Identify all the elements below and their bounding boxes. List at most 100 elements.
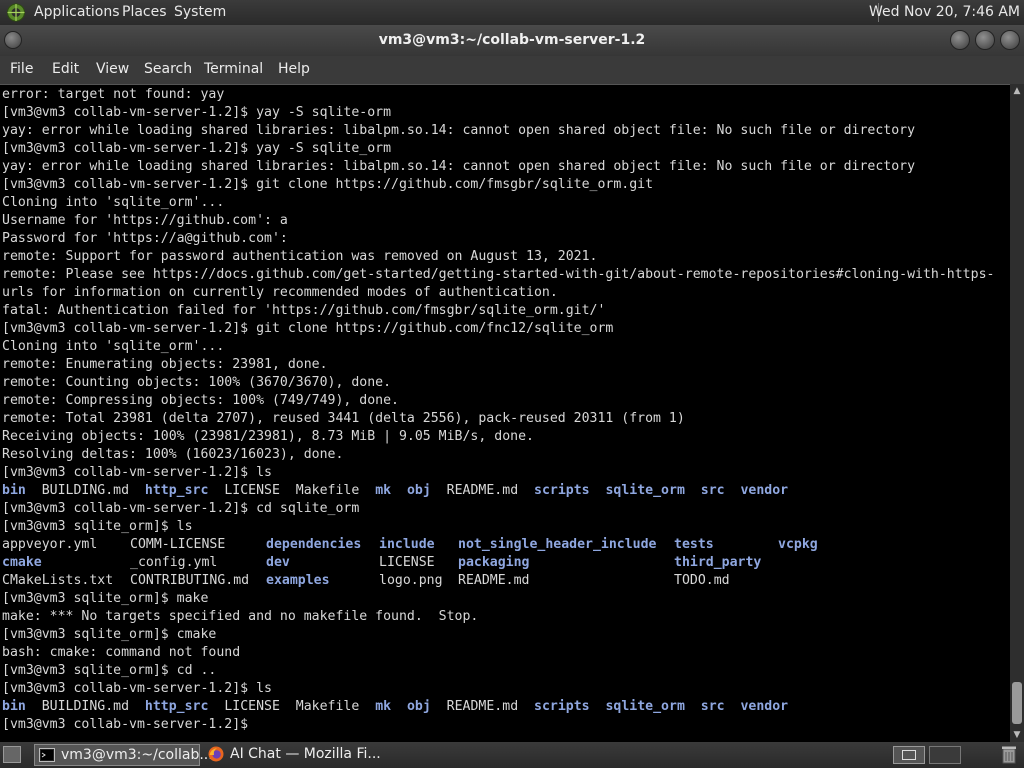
taskbar-terminal[interactable]: vm3@vm3:~/collab... xyxy=(34,744,213,766)
ls-directory: mk xyxy=(375,483,407,498)
workspace-icon[interactable] xyxy=(893,746,925,764)
terminal-line: [vm3@vm3 collab-vm-server-1.2]$ ls xyxy=(2,681,272,696)
ls-directory: obj xyxy=(406,699,447,714)
ls-directory: third_party xyxy=(674,555,762,570)
ls-directory: sqlite_orm xyxy=(605,699,701,714)
ls-file: TODO.md xyxy=(674,573,730,588)
terminal-area[interactable]: error: target not found: yay [vm3@vm3 col… xyxy=(0,84,1010,743)
terminal-icon xyxy=(39,748,55,762)
ls-file: Makefile xyxy=(295,699,376,714)
ls-directory: bin xyxy=(2,483,42,498)
ls-file: BUILDING.md xyxy=(41,699,145,714)
clock[interactable]: Wed Nov 20, 7:46 AM xyxy=(869,4,1020,20)
terminal-line: [vm3@vm3 sqlite_orm]$ make xyxy=(2,591,209,606)
terminal-line: [vm3@vm3 collab-vm-server-1.2]$ ls xyxy=(2,465,272,480)
terminal-line: bash: cmake: command not found xyxy=(2,645,241,660)
workspace-2[interactable] xyxy=(929,746,961,764)
menu-help[interactable]: Help xyxy=(278,61,310,77)
terminal-line: remote: Please see https://docs.github.c… xyxy=(2,267,995,282)
ls-directory: http_src xyxy=(144,483,225,498)
window-title: vm3@vm3:~/collab-vm-server-1.2 xyxy=(378,32,646,48)
terminal-line: [vm3@vm3 collab-vm-server-1.2]$ git clon… xyxy=(2,177,654,192)
menu-file[interactable]: File xyxy=(10,61,33,77)
ls-directory: src xyxy=(700,699,741,714)
ls-directory: vcpkg xyxy=(778,537,818,552)
terminal-line: [vm3@vm3 sqlite_orm]$ ls xyxy=(2,519,193,534)
bottom-panel: vm3@vm3:~/collab... AI Chat — Mozilla Fi… xyxy=(0,742,1024,768)
applications-menu[interactable]: Applications xyxy=(34,4,120,20)
ls-directory: not_single_header_include xyxy=(458,537,657,552)
ls-directory: bin xyxy=(2,699,42,714)
taskbar-firefox-label: AI Chat — Mozilla Fi... xyxy=(230,746,381,762)
terminal-line: Cloning into 'sqlite_orm'... xyxy=(2,195,225,210)
ls-file: README.md xyxy=(458,573,530,588)
menu-terminal[interactable]: Terminal xyxy=(204,61,263,77)
taskbar-terminal-label: vm3@vm3:~/collab... xyxy=(61,747,213,763)
ls-directory: scripts xyxy=(534,699,606,714)
ls-directory: tests xyxy=(674,537,714,552)
menu-view[interactable]: View xyxy=(96,61,129,77)
terminal-line: Resolving deltas: 100% (16023/16023), do… xyxy=(2,447,344,462)
ls-directory: scripts xyxy=(534,483,606,498)
menu-edit[interactable]: Edit xyxy=(52,61,79,77)
ls-directory: vendor xyxy=(740,483,789,498)
system-menu[interactable]: System xyxy=(174,4,226,20)
terminal-line: fatal: Authentication failed for 'https:… xyxy=(2,303,606,318)
ls-file: Makefile xyxy=(295,483,376,498)
scroll-down-icon[interactable]: ▼ xyxy=(1011,730,1023,740)
ls-file: LICENSE xyxy=(379,555,435,570)
ls-row: appveyor.yml COMM-LICENSE dependencies incl… xyxy=(2,536,994,554)
terminal-line: Cloning into 'sqlite_orm'... xyxy=(2,339,225,354)
scroll-up-icon[interactable]: ▲ xyxy=(1011,86,1023,96)
ls-row: bin BUILDING.md http_src LICENSE Makefil… xyxy=(2,698,994,716)
ls-directory: sqlite_orm xyxy=(605,483,701,498)
window-title-bar[interactable]: vm3@vm3:~/collab-vm-server-1.2 xyxy=(0,25,1024,56)
ls-file: LICENSE xyxy=(224,483,296,498)
terminal-line: remote: Support for password authenticat… xyxy=(2,249,598,264)
ls-file: CONTRIBUTING.md xyxy=(130,573,250,588)
ls-file: appveyor.yml xyxy=(2,537,98,552)
terminal-line: [vm3@vm3 collab-vm-server-1.2]$ cd sqlit… xyxy=(2,501,360,516)
ls-file: _config.yml xyxy=(130,555,218,570)
ls-directory: examples xyxy=(266,573,330,588)
terminal-scrollbar[interactable]: ▲ ▼ xyxy=(1010,84,1024,742)
places-menu[interactable]: Places xyxy=(122,4,167,20)
terminal-line: error: target not found: yay xyxy=(2,87,225,102)
scrollbar-thumb[interactable] xyxy=(1012,682,1022,724)
terminal-line: [vm3@vm3 collab-vm-server-1.2]$ git clon… xyxy=(2,321,614,336)
show-desktop-icon[interactable] xyxy=(3,746,21,763)
top-panel: Applications Places System Wed Nov 20, 7… xyxy=(0,0,1024,25)
terminal-line: remote: Total 23981 (delta 2707), reused… xyxy=(2,411,685,426)
menu-bar: File Edit View Search Terminal Help xyxy=(0,56,1024,84)
ls-file: COMM-LICENSE xyxy=(130,537,226,552)
terminal-line: remote: Compressing objects: 100% (749/7… xyxy=(2,393,399,408)
menu-search[interactable]: Search xyxy=(144,61,192,77)
terminal-line: [vm3@vm3 collab-vm-server-1.2]$ yay -S s… xyxy=(2,105,392,120)
distro-logo-icon[interactable] xyxy=(6,3,26,22)
terminal-prompt: [vm3@vm3 collab-vm-server-1.2]$ xyxy=(2,717,257,732)
ls-file: README.md xyxy=(446,483,535,498)
minimize-button[interactable] xyxy=(950,30,970,50)
taskbar-firefox[interactable]: AI Chat — Mozilla Fi... xyxy=(204,744,381,766)
ls-directory: cmake xyxy=(2,555,42,570)
terminal-line: remote: Enumerating objects: 23981, done… xyxy=(2,357,328,372)
terminal-line: yay: error while loading shared librarie… xyxy=(2,123,916,138)
ls-row: CMakeLists.txt CONTRIBUTING.md examples log… xyxy=(2,572,994,590)
ls-directory: dependencies xyxy=(266,537,362,552)
ls-file: LICENSE xyxy=(224,699,296,714)
terminal-cursor xyxy=(256,716,264,731)
terminal-line: Password for 'https://a@github.com': xyxy=(2,231,288,246)
terminal-prompt-line[interactable]: [vm3@vm3 collab-vm-server-1.2]$ xyxy=(2,716,994,734)
trash-icon[interactable] xyxy=(1002,745,1016,764)
ls-directory: obj xyxy=(406,483,447,498)
ls-directory: packaging xyxy=(458,555,530,570)
ls-directory: src xyxy=(700,483,741,498)
ls-file: BUILDING.md xyxy=(41,483,145,498)
close-button[interactable] xyxy=(1000,30,1020,50)
ls-file: CMakeLists.txt xyxy=(2,573,114,588)
terminal-line: yay: error while loading shared librarie… xyxy=(2,159,916,174)
firefox-icon xyxy=(208,746,224,762)
terminal-line: make: *** No targets specified and no ma… xyxy=(2,609,479,624)
maximize-button[interactable] xyxy=(975,30,995,50)
ls-row: cmake _config.yml dev LICENSE packaging third… xyxy=(2,554,994,572)
